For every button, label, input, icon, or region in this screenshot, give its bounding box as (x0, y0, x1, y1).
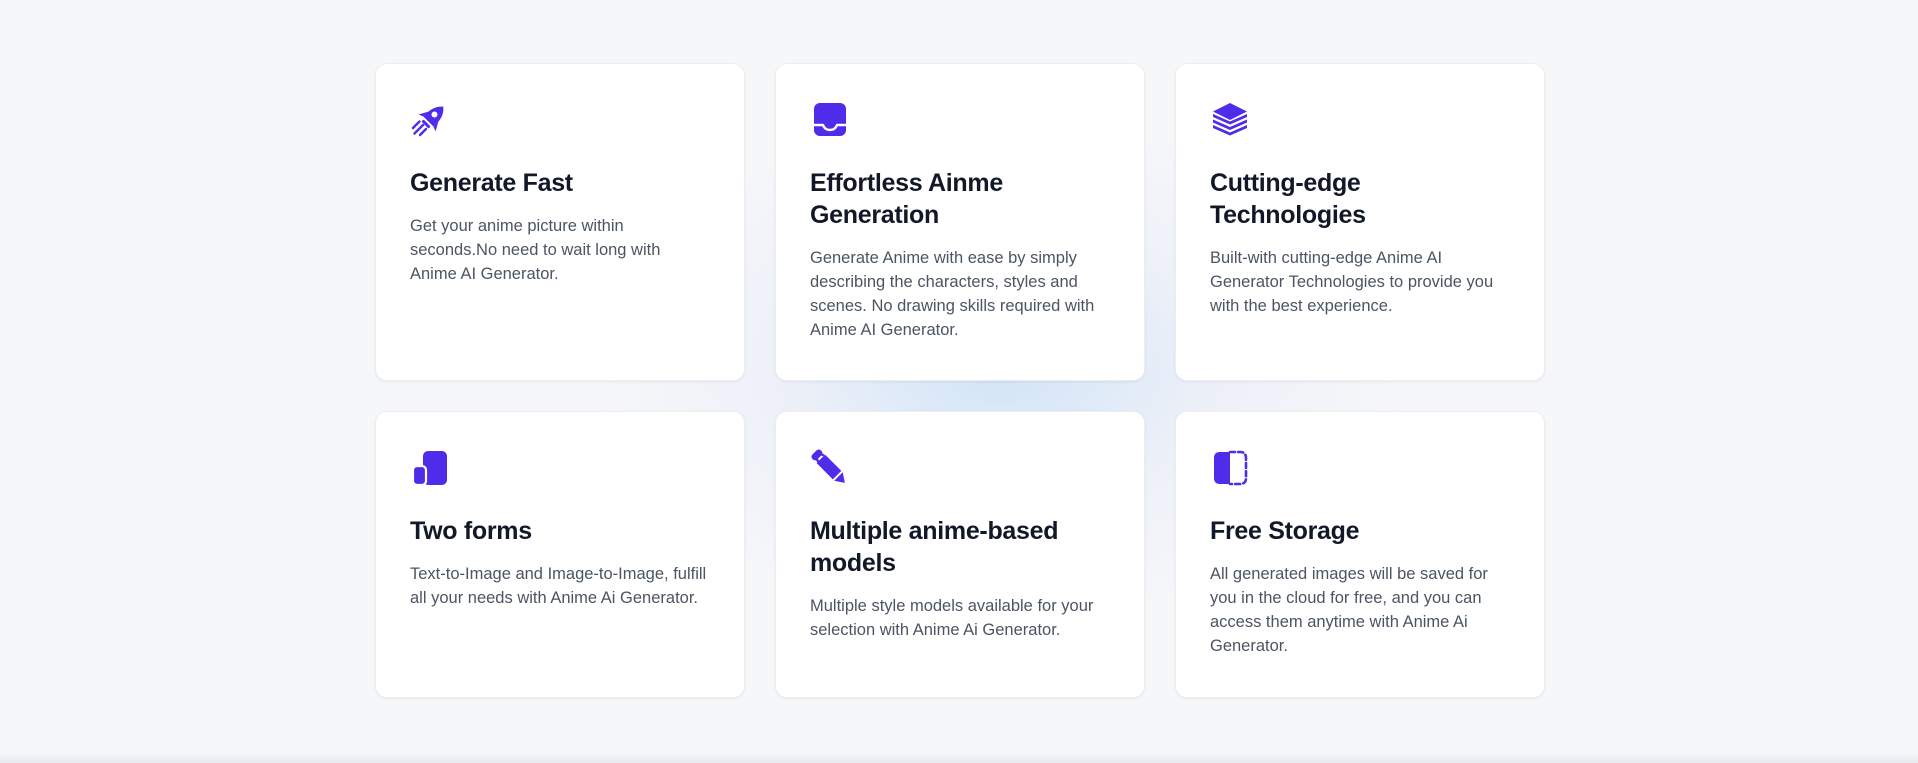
feature-title: Multiple anime-based models (810, 517, 1059, 577)
feature-description: All generated images will be saved for y… (1210, 565, 1488, 655)
feature-description: Text-to-Image and Image-to-Image, fulfil… (410, 565, 707, 607)
feature-description: Built-with cutting-edge Anime AI Generat… (1210, 249, 1494, 315)
section-divider (0, 753, 1918, 763)
feature-card-effortless-generation: Effortless Ainme Generation Generate Ani… (775, 63, 1145, 381)
half-square-icon (1210, 448, 1250, 488)
pencil-icon (810, 448, 850, 488)
feature-title: Effortless Ainme Generation (810, 169, 1003, 229)
layers-icon (1210, 100, 1250, 140)
feature-card-cutting-edge: Cutting-edge Technologies Built-with cut… (1175, 63, 1545, 381)
feature-card-two-forms: Two forms Text-to-Image and Image-to-Ima… (375, 411, 745, 698)
feature-card-generate-fast: Generate Fast Get your anime picture wit… (375, 63, 745, 381)
feature-description: Get your anime picture within seconds.No… (410, 217, 661, 283)
feature-title: Generate Fast (410, 169, 573, 197)
laptop-icon (810, 100, 850, 140)
rocket-icon (410, 100, 450, 140)
feature-card-multiple-models: Multiple anime-based models Multiple sty… (775, 411, 1145, 698)
feature-title: Cutting-edge Technologies (1210, 169, 1366, 229)
feature-card-free-storage: Free Storage All generated images will b… (1175, 411, 1545, 698)
feature-title: Two forms (410, 517, 532, 545)
two-squares-icon (410, 448, 450, 488)
feature-title: Free Storage (1210, 517, 1360, 545)
feature-description: Generate Anime with ease by simply descr… (810, 249, 1095, 339)
feature-description: Multiple style models available for your… (810, 597, 1094, 639)
features-grid: Generate Fast Get your anime picture wit… (375, 63, 1545, 698)
